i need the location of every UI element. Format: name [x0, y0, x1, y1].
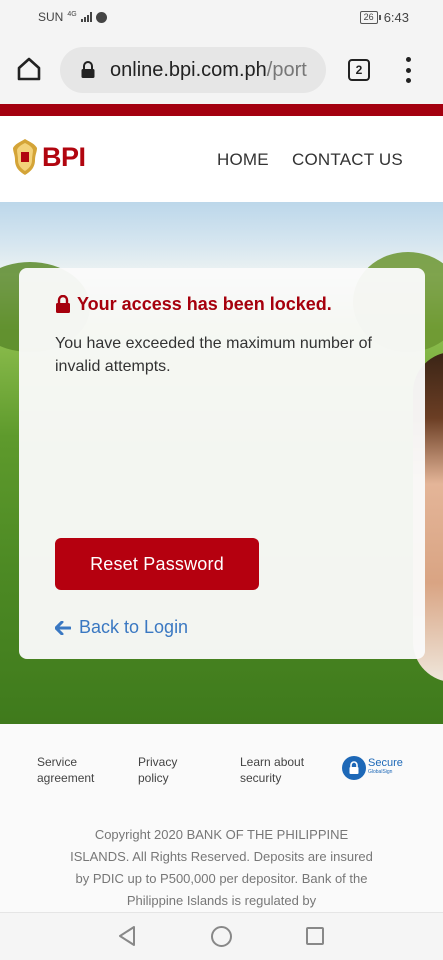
locked-title: Your access has been locked.	[77, 294, 332, 314]
lock-icon	[81, 61, 95, 78]
nav-recent-icon[interactable]	[306, 927, 324, 945]
address-bar[interactable]: online.bpi.com.ph/port	[60, 47, 326, 93]
card-title: Your access has been locked.	[55, 294, 332, 315]
nav-home-icon[interactable]	[211, 926, 232, 947]
secure-sub-label: GlobalSign	[368, 769, 393, 775]
home-icon[interactable]	[16, 56, 42, 82]
back-to-login-label: Back to Login	[79, 617, 189, 637]
reset-password-button[interactable]: Reset Password	[55, 538, 259, 590]
url-host: online.bpi.com.ph	[110, 58, 267, 81]
secure-text: Secure GlobalSign	[368, 757, 403, 777]
status-bar: SUN 4G 26 6:43	[0, 0, 443, 34]
bpi-logo-icon	[13, 139, 37, 175]
nav-back-icon[interactable]	[117, 925, 137, 947]
signal-icon	[80, 12, 92, 22]
carrier-label: SUN	[38, 10, 64, 24]
secure-lock-icon	[342, 756, 366, 780]
url-path: /port	[266, 58, 307, 81]
locked-message: You have exceeded the maximum number of …	[55, 335, 372, 375]
back-to-login-link[interactable]: Back to Login	[55, 617, 188, 638]
site-footer: Service agreement Privacy policy Learn a…	[0, 724, 443, 912]
menu-icon[interactable]	[402, 55, 414, 85]
nav-home-link[interactable]: HOME	[217, 150, 269, 170]
logo-text: BPI	[42, 141, 86, 172]
messenger-icon	[95, 11, 107, 23]
network-type: 4G	[67, 10, 77, 18]
status-right: 26 6:43	[359, 9, 409, 25]
arrow-left-icon	[55, 620, 71, 635]
status-left: SUN 4G	[38, 10, 107, 24]
battery-icon: 26	[359, 10, 381, 24]
bpi-logo[interactable]: BPI	[12, 138, 86, 176]
nav-contact-link[interactable]: CONTACT US	[292, 150, 403, 170]
system-nav-bar	[0, 912, 443, 960]
site-header: BPI HOME CONTACT US	[0, 116, 443, 202]
clock: 6:43	[383, 9, 409, 25]
brand-strip	[0, 104, 443, 116]
padlock-icon	[56, 295, 70, 313]
service-agreement-link[interactable]: Service agreement	[37, 754, 107, 786]
tabs-icon[interactable]: 2	[348, 59, 370, 81]
browser-toolbar: online.bpi.com.ph/port 2	[0, 34, 443, 104]
copyright-text: Copyright 2020 BANK OF THE PHILIPPINE IS…	[70, 827, 373, 908]
learn-security-link[interactable]: Learn about security	[240, 754, 315, 786]
privacy-policy-link[interactable]: Privacy policy	[138, 754, 198, 786]
access-locked-card: Your access has been locked. You have ex…	[19, 268, 425, 659]
secure-badge[interactable]: Secure GlobalSign	[342, 756, 403, 780]
secure-label: Secure	[368, 757, 403, 769]
